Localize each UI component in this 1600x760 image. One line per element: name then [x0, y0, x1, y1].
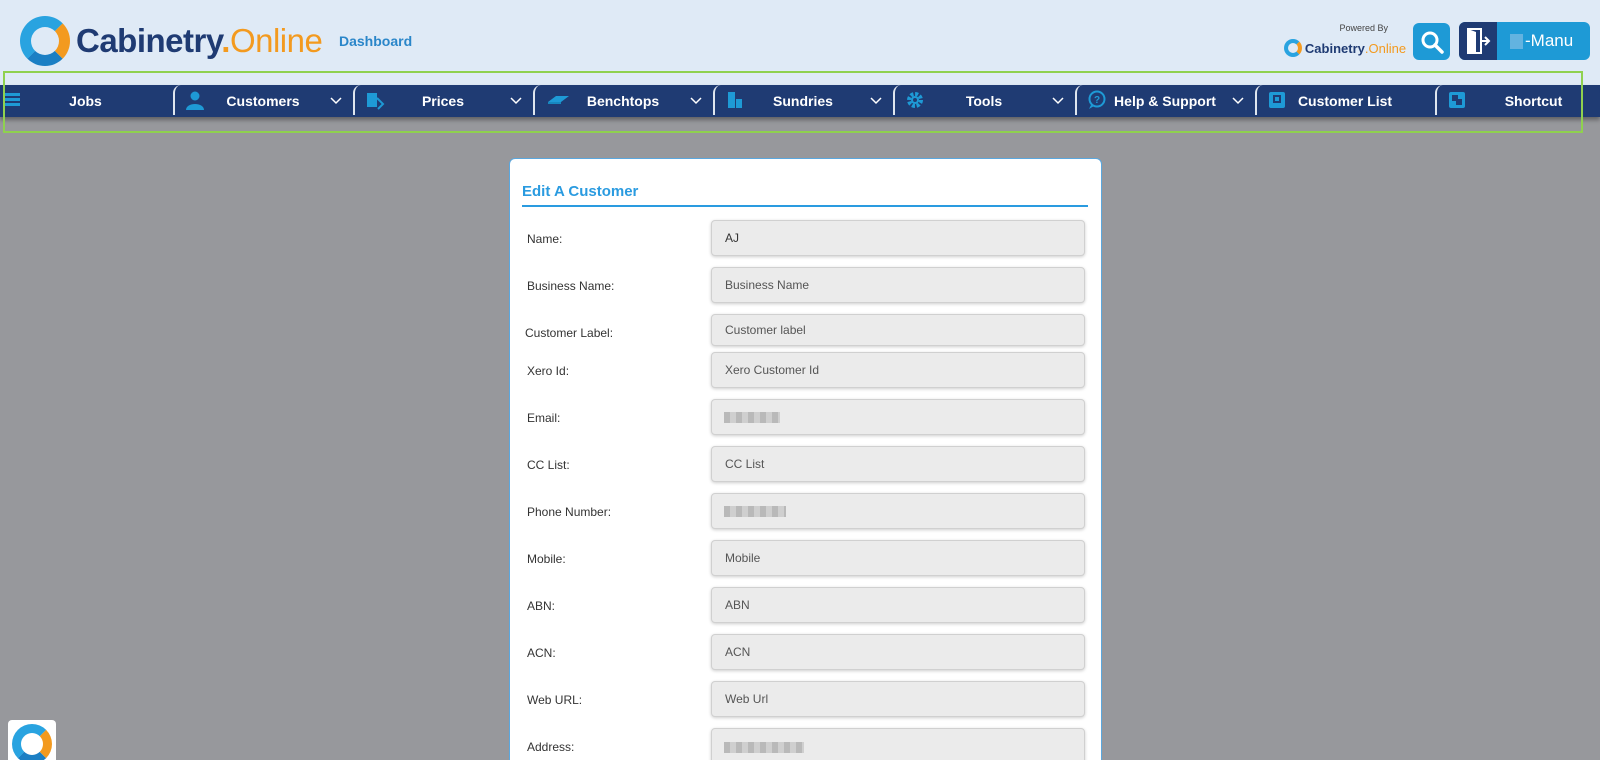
logo-ring-icon: [12, 724, 52, 760]
search-button[interactable]: [1413, 23, 1450, 60]
app-header: Cabinetry.Online Dashboard Powered By Ca…: [0, 0, 1600, 85]
shortcut-icon: [1449, 92, 1465, 108]
chevron-down-icon: [690, 97, 702, 105]
nav-tab-shortcut[interactable]: Shortcut: [1435, 85, 1600, 115]
acn-input[interactable]: [711, 634, 1085, 670]
business-name-input[interactable]: [711, 267, 1085, 303]
nav-tab-customers[interactable]: Customers: [173, 85, 351, 115]
nav-tab-help-support[interactable]: ? Help & Support: [1075, 85, 1253, 115]
name-input[interactable]: [711, 220, 1085, 256]
email-input[interactable]: [711, 399, 1085, 435]
customer-label-input[interactable]: [711, 314, 1085, 346]
powered-by-label: Powered By: [1339, 23, 1388, 33]
floating-support-widget[interactable]: [8, 720, 56, 760]
nav-tab-sundries[interactable]: Sundries: [713, 85, 891, 115]
phone-number-input[interactable]: [711, 493, 1085, 529]
nav-tab-customer-list[interactable]: Customer List: [1255, 85, 1433, 115]
user-menu-button[interactable]: -Manu: [1459, 22, 1590, 60]
cc-list-input[interactable]: [711, 446, 1085, 482]
title-divider: [522, 205, 1088, 207]
web-url-input[interactable]: [711, 681, 1085, 717]
logo-wordmark: Cabinetry.Online: [76, 22, 323, 59]
chevron-down-icon: [510, 97, 522, 105]
cabinetry-online-logo[interactable]: Cabinetry.Online: [20, 16, 323, 66]
address-input[interactable]: [711, 728, 1085, 760]
logout-door-icon: [1459, 22, 1497, 60]
mini-logo-ring-icon: [1283, 39, 1302, 57]
chevron-down-icon: [330, 97, 342, 105]
card-title: Edit A Customer: [522, 183, 639, 200]
main-nav-bar: Jobs Customers Prices Benchtops Sundries…: [0, 85, 1600, 117]
chevron-down-icon: [1052, 97, 1064, 105]
dashboard-link[interactable]: Dashboard: [339, 33, 412, 49]
powered-by-logo: Cabinetry.Online: [1280, 39, 1410, 57]
search-icon: [1421, 31, 1444, 54]
nav-tab-jobs[interactable]: Jobs: [0, 85, 171, 115]
nav-tab-prices[interactable]: Prices: [353, 85, 531, 115]
chevron-down-icon: [1232, 97, 1244, 105]
nav-tab-tools[interactable]: Tools: [893, 85, 1073, 115]
xero-id-input[interactable]: [711, 352, 1085, 388]
redacted-username: [1510, 33, 1523, 49]
abn-input[interactable]: [711, 587, 1085, 623]
powered-by-badge: Powered By Cabinetry.Online: [1280, 23, 1410, 57]
mobile-input[interactable]: [711, 540, 1085, 576]
logo-ring-icon: [20, 16, 70, 66]
chevron-down-icon: [870, 97, 882, 105]
edit-customer-card: Edit A Customer Name: Business Name: Cus…: [509, 158, 1102, 760]
nav-tab-benchtops[interactable]: Benchtops: [533, 85, 711, 115]
